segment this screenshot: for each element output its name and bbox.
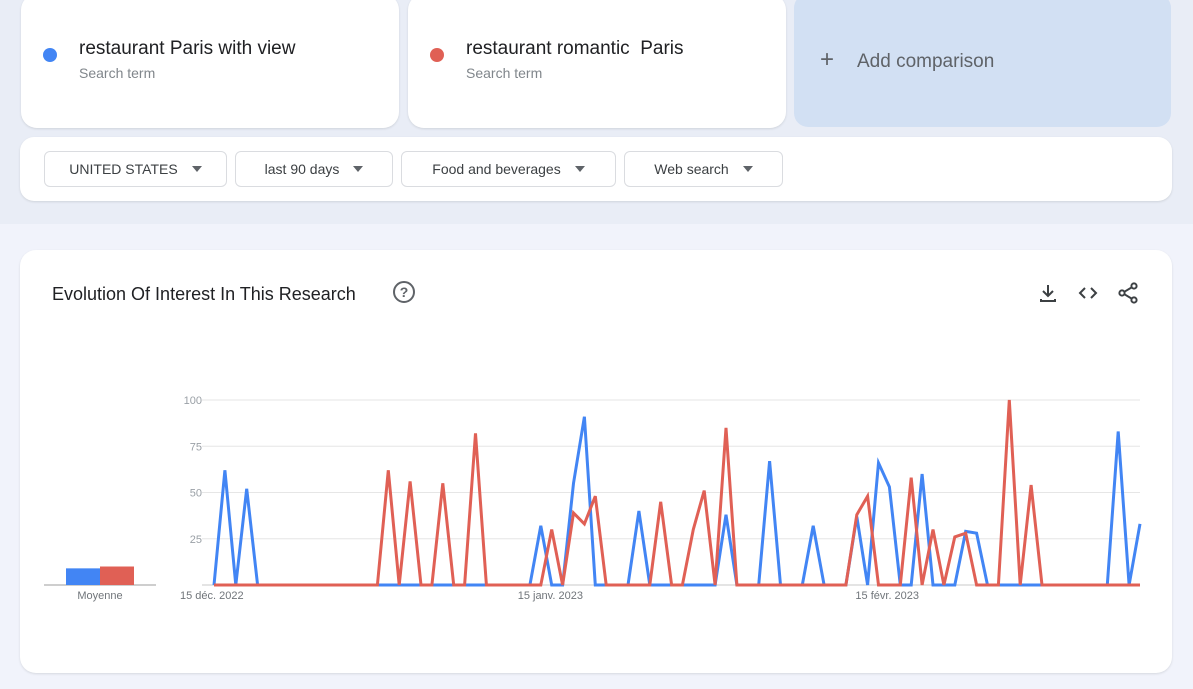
filter-label: last 90 days	[264, 161, 340, 177]
filter-category-dropdown[interactable]: Food and beverages	[401, 151, 616, 187]
caret-down-icon	[742, 166, 753, 172]
search-term-label[interactable]: restaurant romantic Paris	[466, 38, 684, 60]
filter-label: UNITED STATES	[69, 161, 178, 177]
interest-over-time-card: Evolution Of Interest In This Research ?…	[20, 250, 1172, 673]
y-axis-ticks: 25 50 75 100	[184, 395, 202, 546]
x-tick-label: 15 janv. 2023	[518, 590, 583, 602]
filter-region-dropdown[interactable]: UNITED STATES	[44, 151, 227, 187]
add-comparison-button[interactable]: + Add comparison	[794, 0, 1171, 127]
search-term-label[interactable]: restaurant Paris with view	[79, 38, 295, 60]
average-label: Moyenne	[77, 590, 122, 602]
filter-bar: UNITED STATES last 90 days Food and beve…	[20, 137, 1172, 201]
y-tick-label: 50	[190, 488, 202, 500]
x-tick-label: 15 déc. 2022	[180, 590, 244, 602]
filter-time-range-dropdown[interactable]: last 90 days	[235, 151, 393, 187]
caret-down-icon	[191, 166, 202, 172]
x-axis-ticks: 15 déc. 2022 15 janv. 2023 15 févr. 2023	[180, 590, 919, 602]
filter-search-type-dropdown[interactable]: Web search	[624, 151, 783, 187]
average-bar	[66, 568, 100, 585]
search-term-card-1[interactable]: restaurant Paris with view Search term	[21, 0, 399, 128]
average-bar	[100, 566, 134, 585]
series-color-dot-blue	[43, 48, 57, 62]
series-color-dot-red	[430, 48, 444, 62]
plus-icon: +	[820, 46, 835, 73]
filter-label: Food and beverages	[432, 161, 561, 177]
y-tick-label: 100	[184, 395, 202, 407]
caret-down-icon	[574, 166, 585, 172]
filter-label: Web search	[654, 161, 729, 177]
search-term-sublabel: Search term	[466, 65, 543, 81]
y-tick-label: 25	[190, 534, 202, 546]
average-bar-chart: Moyenne	[44, 566, 156, 602]
search-term-sublabel: Search term	[79, 65, 156, 81]
add-comparison-label: Add comparison	[857, 51, 995, 72]
y-tick-label: 75	[190, 441, 202, 453]
chart-area: Moyenne 25 50 75 100 15 déc. 2022 15 janv. 2…	[44, 395, 1142, 602]
search-term-card-2[interactable]: restaurant romantic Paris Search term	[408, 0, 786, 128]
x-tick-label: 15 févr. 2023	[855, 590, 919, 602]
caret-down-icon	[353, 166, 364, 172]
